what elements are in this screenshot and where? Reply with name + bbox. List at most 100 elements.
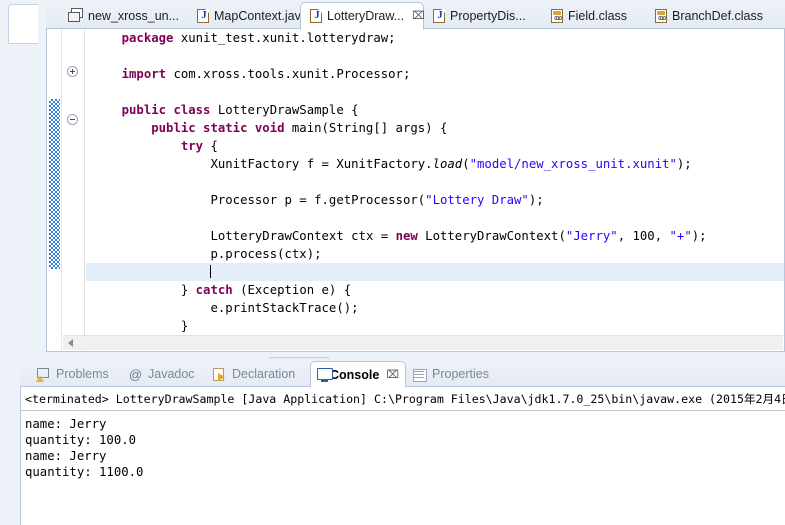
code-line: } catch (Exception e) {: [86, 281, 784, 299]
view-tab-label: Problems: [56, 367, 109, 381]
code-token: LotteryDrawContext ctx =: [210, 229, 396, 243]
editor-tab-label: LotteryDraw...: [327, 9, 405, 23]
code-token: );: [676, 157, 692, 171]
view-tab-javadoc[interactable]: @ Javadoc: [122, 361, 206, 387]
view-tab-properties[interactable]: Properties: [406, 361, 504, 387]
code-token: }: [180, 283, 196, 297]
editor-body: package xunit_test.xunit.lotterydraw; im…: [46, 29, 785, 352]
java-file-icon: [433, 8, 446, 23]
code-token: main(String[] args) {: [284, 121, 448, 135]
code-text-area[interactable]: package xunit_test.xunit.lotterydraw; im…: [86, 29, 784, 351]
fold-plus-icon[interactable]: [67, 66, 78, 77]
code-token: Processor p = f.getProcessor(: [210, 193, 426, 207]
console-view-area: Problems @ Javadoc Declaration Console ⌧ Prope…: [20, 359, 785, 525]
code-token: try: [180, 139, 204, 153]
code-token: e.printStackTrace();: [210, 301, 359, 315]
editor-tab-label: BranchDef.class: [672, 8, 764, 23]
code-token: XunitFactory f = XunitFactory.: [210, 157, 433, 171]
close-icon[interactable]: ⌧: [412, 10, 425, 22]
close-icon[interactable]: ⌧: [386, 368, 399, 381]
view-tab-console[interactable]: Console ⌧: [310, 361, 406, 388]
collapsed-view-stack[interactable]: [8, 4, 38, 44]
editor-tab-label: PropertyDis...: [450, 8, 526, 23]
fold-minus-icon[interactable]: [67, 114, 78, 125]
code-token: "Jerry": [565, 229, 618, 243]
code-token: }: [180, 319, 189, 333]
eclipse-workbench-window: new_xross_un...MapContext.javaLotteryDra…: [0, 0, 785, 525]
code-line: try {: [86, 137, 784, 155]
javadoc-at-icon: @: [128, 366, 143, 382]
editor-horizontal-scrollbar[interactable]: [63, 335, 783, 350]
annotation-ruler[interactable]: [47, 29, 62, 351]
code-token: "model/new_xross_unit.xunit": [469, 157, 677, 171]
class-file-icon: [655, 8, 668, 23]
editor-tab-label: Field.class: [568, 8, 628, 23]
change-indicator-bar: [49, 99, 60, 269]
code-token: (: [462, 157, 470, 171]
code-token: {: [203, 139, 218, 153]
code-token: );: [528, 193, 544, 207]
code-token: "Lottery Draw": [425, 193, 529, 207]
console-tab-bar: Problems @ Javadoc Declaration Console ⌧ Prope…: [20, 359, 785, 388]
code-line: Processor p = f.getProcessor("Lottery Dr…: [86, 191, 784, 209]
code-line: e.printStackTrace();: [86, 299, 784, 317]
java-file-icon: [197, 8, 210, 23]
editor-tab-3[interactable]: PropertyDis...: [424, 2, 542, 29]
problems-icon: [36, 367, 51, 382]
editor-tab-2[interactable]: LotteryDraw... ⌧: [300, 2, 425, 30]
code-token: new: [395, 229, 418, 243]
code-token: import: [121, 67, 167, 81]
java-file-icon: [310, 9, 323, 23]
code-line: XunitFactory f = XunitFactory.load("mode…: [86, 155, 784, 173]
code-line: LotteryDrawContext ctx = new LotteryDraw…: [86, 227, 784, 245]
class-file-icon: [551, 8, 564, 23]
code-token: package: [121, 31, 174, 45]
code-line: public static void main(String[] args) {: [86, 119, 784, 137]
folding-column[interactable]: [63, 29, 85, 351]
properties-icon: [412, 367, 427, 382]
editor-tab-5[interactable]: BranchDef.class: [646, 2, 776, 29]
code-line: package xunit_test.xunit.lotterydraw;: [86, 29, 784, 47]
view-tab-problems[interactable]: Problems: [30, 361, 122, 387]
left-chrome-strip: [0, 0, 38, 525]
editor-tab-bar: new_xross_un...MapContext.javaLotteryDra…: [46, 0, 785, 30]
console-monitor-icon: [317, 367, 333, 382]
code-token: "+": [669, 229, 692, 243]
process-status-line: <terminated> LotteryDrawSample [Java App…: [21, 387, 785, 411]
view-tab-declaration[interactable]: Declaration: [206, 361, 310, 387]
view-tab-label: Javadoc: [148, 367, 195, 381]
scroll-left-arrow-icon[interactable]: [63, 336, 78, 350]
view-tab-label: Properties: [432, 367, 489, 381]
code-token: p.process(ctx);: [210, 247, 322, 261]
editor-tab-label: MapContext.java: [214, 8, 308, 23]
code-line: public class LotteryDrawSample {: [86, 101, 784, 119]
view-tab-label: Declaration: [232, 367, 296, 381]
code-token: com.xross.tools.xunit.Processor;: [166, 67, 411, 81]
editor-tab-4[interactable]: Field.class: [542, 2, 646, 29]
console-output-text[interactable]: name: Jerry quantity: 100.0 name: Jerry …: [21, 411, 785, 480]
code-token: catch: [195, 283, 233, 297]
code-token: public class: [121, 103, 211, 117]
editor-tab-0[interactable]: new_xross_un...: [60, 2, 188, 29]
declaration-icon: [212, 367, 227, 382]
console-body: <terminated> LotteryDrawSample [Java App…: [20, 387, 785, 525]
view-tab-label: Console: [330, 367, 380, 382]
code-token: public static void: [151, 121, 285, 135]
code-token: LotteryDrawContext(: [417, 229, 566, 243]
